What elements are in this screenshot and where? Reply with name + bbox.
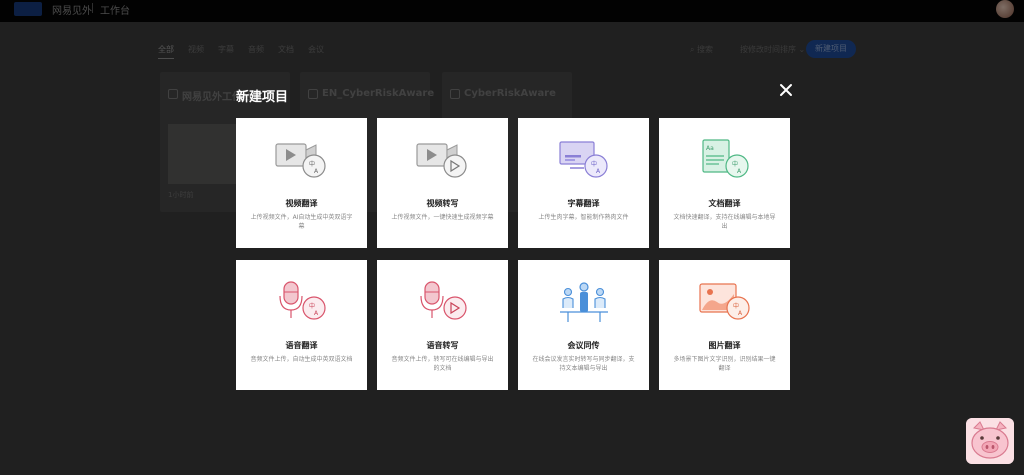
card-title: 字幕翻译 bbox=[567, 199, 600, 208]
card-description: 文档快速翻译，支持在线编辑与本地导出 bbox=[673, 214, 776, 230]
project-type-grid: 中 A 视频翻译 上传视频文件，AI自动生成中英双语字幕 视频转写 上传视频文件… bbox=[236, 118, 790, 390]
card-title: 会议同传 bbox=[567, 341, 600, 350]
audio-translate-icon: 中 A bbox=[279, 281, 326, 320]
video-translate-icon: 中 A bbox=[275, 143, 326, 178]
document-translate-card[interactable]: Aa 中 A 文档翻译 文档快速翻译，支持在线编辑与本地导出 bbox=[659, 118, 790, 248]
card-title: 语音翻译 bbox=[285, 341, 318, 350]
modal-overlay[interactable]: 新建项目 中 A 视频翻译 上传视频文件，AI自动生成中英双语字幕 视频转写 上… bbox=[0, 0, 1024, 475]
card-description: 音频文件上传，转写可在线编辑与导出的文档 bbox=[391, 356, 494, 372]
svg-text:中: 中 bbox=[732, 160, 738, 168]
subtitle-translate-card[interactable]: 中 A 字幕翻译 上传生肉字幕，智能制作熟肉文件 bbox=[518, 118, 649, 248]
card-title: 视频转写 bbox=[426, 199, 459, 208]
meeting-interpretation-icon bbox=[560, 282, 608, 322]
svg-text:Aa: Aa bbox=[706, 145, 714, 152]
pig-mascot-icon[interactable] bbox=[966, 418, 1014, 464]
image-translate-card[interactable]: 中 A 图片翻译 多场景下图片文字识别，识别结果一键翻译 bbox=[659, 260, 790, 390]
video-transcribe-icon bbox=[416, 143, 467, 178]
card-title: 文档翻译 bbox=[708, 199, 741, 208]
card-description: 上传视频文件，AI自动生成中英双语字幕 bbox=[250, 214, 353, 230]
svg-text:中: 中 bbox=[733, 302, 739, 310]
card-description: 音频文件上传，自动生成中英双语文档 bbox=[250, 356, 353, 363]
svg-text:中: 中 bbox=[309, 302, 315, 310]
document-translate-icon: Aa 中 A bbox=[702, 139, 749, 178]
audio-transcribe-card[interactable]: 语音转写 音频文件上传，转写可在线编辑与导出的文档 bbox=[377, 260, 508, 390]
video-translate-card[interactable]: 中 A 视频翻译 上传视频文件，AI自动生成中英双语字幕 bbox=[236, 118, 367, 248]
subtitle-translate-icon: 中 A bbox=[559, 141, 608, 178]
card-title: 视频翻译 bbox=[285, 199, 318, 208]
svg-text:中: 中 bbox=[591, 160, 597, 168]
card-description: 上传生肉字幕，智能制作熟肉文件 bbox=[538, 214, 629, 221]
meeting-interpretation-card[interactable]: 会议同传 在线会议发言实时转写与同步翻译，支持文本编辑与导出 bbox=[518, 260, 649, 390]
video-transcribe-card[interactable]: 视频转写 上传视频文件，一键快速生成视频字幕 bbox=[377, 118, 508, 248]
card-title: 图片翻译 bbox=[708, 341, 741, 350]
card-description: 在线会议发言实时转写与同步翻译，支持文本编辑与导出 bbox=[532, 356, 635, 372]
modal-title: 新建项目 bbox=[236, 90, 289, 105]
card-description: 上传视频文件，一键快速生成视频字幕 bbox=[391, 214, 494, 221]
image-translate-icon: 中 A bbox=[699, 283, 750, 320]
close-icon[interactable] bbox=[778, 82, 794, 98]
svg-text:中: 中 bbox=[309, 160, 315, 168]
audio-translate-card[interactable]: 中 A 语音翻译 音频文件上传，自动生成中英双语文档 bbox=[236, 260, 367, 390]
card-description: 多场景下图片文字识别，识别结果一键翻译 bbox=[673, 356, 776, 372]
card-title: 语音转写 bbox=[426, 341, 459, 350]
audio-transcribe-icon bbox=[420, 281, 467, 320]
